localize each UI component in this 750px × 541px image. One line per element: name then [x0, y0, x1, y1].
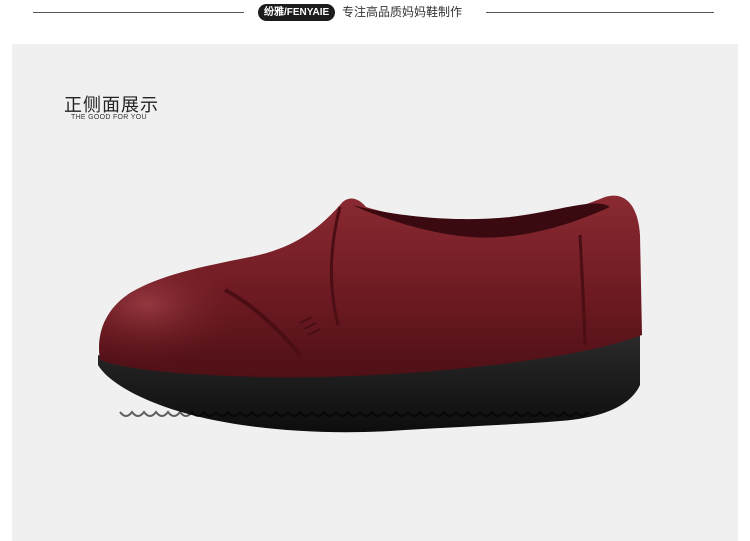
section-subtitle: THE GOOD FOR YOU — [71, 114, 147, 121]
right-divider-line — [486, 12, 714, 13]
brand-tagline: 专注高品质妈妈鞋制作 — [342, 5, 463, 19]
left-divider-line — [33, 12, 244, 13]
brand-badge: 纷雅/FENYAIE — [258, 4, 336, 21]
top-banner: 纷雅/FENYAIE 专注高品质妈妈鞋制作 — [0, 0, 750, 28]
product-shoe-image — [98, 195, 642, 433]
